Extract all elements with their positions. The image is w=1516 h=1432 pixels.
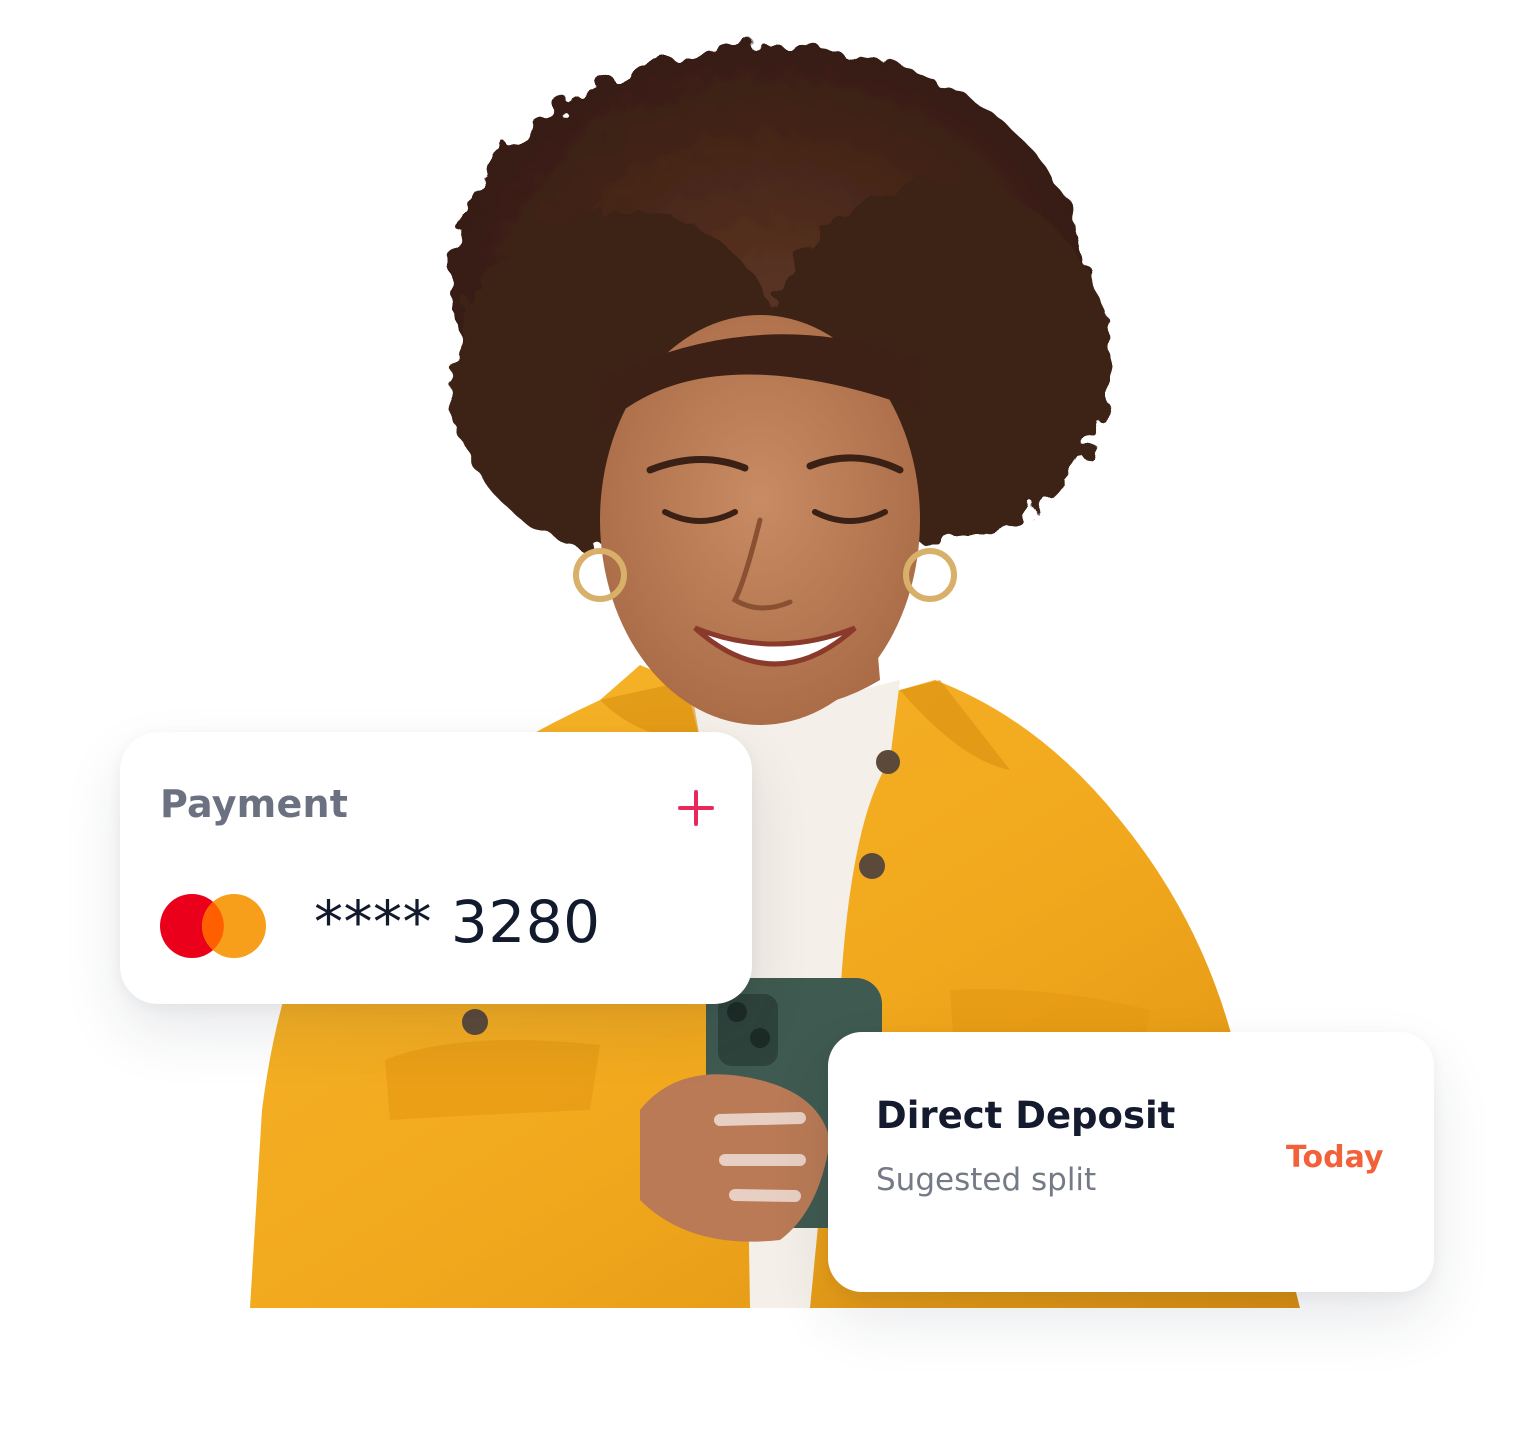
- marketing-illustration: Payment **** 3280 Direct Deposit Sugeste…: [0, 0, 1516, 1432]
- plus-icon[interactable]: [672, 784, 720, 832]
- masked-card-number: **** 3280: [314, 888, 601, 956]
- mastercard-logo-icon: [160, 894, 266, 958]
- direct-deposit-card[interactable]: Direct Deposit Sugested split Today: [828, 1032, 1434, 1292]
- deposit-title: Direct Deposit: [876, 1094, 1176, 1137]
- deposit-date-label: Today: [1286, 1140, 1384, 1175]
- deposit-subtitle: Sugested split: [876, 1162, 1097, 1198]
- payment-title: Payment: [160, 782, 349, 826]
- payment-card: Payment **** 3280: [120, 732, 752, 1004]
